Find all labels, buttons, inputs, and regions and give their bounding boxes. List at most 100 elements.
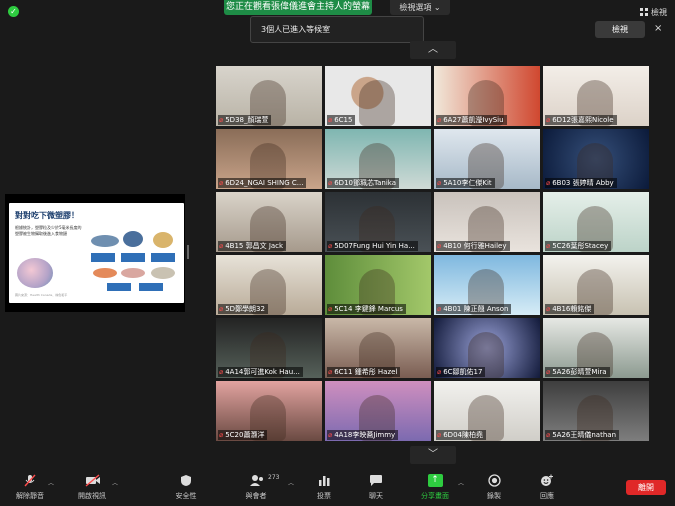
participant-name-label: ⌀ 4B01 陳正翹 Anson bbox=[436, 304, 512, 314]
shared-slide: 對對吃下微塑膠！ 根據統計，塑膠粒及少於5毫米長度的塑膠被生物攝取後進入食物鏈 … bbox=[9, 203, 184, 303]
participant-tile[interactable]: ⌀ 6D04陳柏堯 bbox=[434, 381, 540, 441]
reactions-button[interactable]: 回應 bbox=[525, 474, 569, 501]
close-icon[interactable]: × bbox=[654, 23, 662, 35]
participant-tile[interactable]: ⌀ 4B01 陳正翹 Anson bbox=[434, 255, 540, 315]
participant-name: 5D07Fung Hui Yin Ha... bbox=[334, 242, 415, 250]
polls-button[interactable]: 投票 bbox=[302, 474, 346, 501]
participant-tile[interactable]: ⌀ 6C15 bbox=[325, 66, 431, 126]
participant-tile[interactable]: ⌀ 4B10 何行雅Hailey bbox=[434, 192, 540, 252]
participant-tile[interactable]: ⌀ 5C26葉彤Stacey bbox=[543, 192, 649, 252]
mic-muted-icon: ⌀ bbox=[328, 116, 333, 124]
participant-name: 4B10 何行雅Hailey bbox=[443, 242, 507, 250]
participant-name-label: ⌀ 6D24_NGAI SHING C... bbox=[218, 178, 307, 188]
leave-meeting-button[interactable]: 離開 bbox=[626, 480, 666, 495]
mic-muted-icon: ⌀ bbox=[219, 305, 224, 313]
page-down-button[interactable]: ﹀ bbox=[410, 446, 456, 464]
participant-tile[interactable]: ⌀ 5C14 李鍵鋒 Marcus bbox=[325, 255, 431, 315]
shield-icon bbox=[179, 474, 193, 487]
slide-footer: 圖片來源：Health Canada、綠色和平 bbox=[15, 293, 68, 297]
participant-tile[interactable]: ⌀ 5D38_顏瑞萱 bbox=[216, 66, 322, 126]
mic-muted-icon: ⌀ bbox=[328, 368, 333, 376]
participant-tile[interactable]: ⌀ 6A27蕭凱瀅IvySiu bbox=[434, 66, 540, 126]
participant-tile[interactable]: ⌀ 6C鄒凱佑17 bbox=[434, 318, 540, 378]
unmute-button[interactable]: 解除靜音 bbox=[8, 474, 52, 501]
chat-button[interactable]: 聊天 bbox=[354, 474, 398, 501]
participant-name-label: ⌀ 5A26王晴儀nathan bbox=[545, 430, 620, 440]
participant-tile[interactable]: ⌀ 5A26王晴儀nathan bbox=[543, 381, 649, 441]
participant-tile[interactable]: ⌀ 5C20蕭灏洋 bbox=[216, 381, 322, 441]
participant-name: 6D04陳柏堯 bbox=[443, 431, 483, 439]
participant-name: 6D10鄧珮芯Tanika bbox=[334, 179, 396, 187]
participant-tile[interactable]: ⌀ 5D鄭學朗32 bbox=[216, 255, 322, 315]
record-label: 錄製 bbox=[487, 492, 501, 500]
view-options-label: 檢視選項 bbox=[399, 3, 432, 12]
participant-name: 4A14郭可進Kok Hau... bbox=[225, 368, 300, 376]
mic-muted-icon bbox=[23, 474, 37, 487]
participant-name-label: ⌀ 5A10李仁傑Kit bbox=[436, 178, 495, 188]
meeting-toolbar: 解除靜音 ︿ 開啟視訊 ︿ 安全性 與會者 273 ︿ 投票 聊天 ↑ 分享畫面… bbox=[0, 468, 675, 506]
record-button[interactable]: 錄製 bbox=[472, 474, 516, 501]
participant-tile[interactable]: ⌀ 6D24_NGAI SHING C... bbox=[216, 129, 322, 189]
record-icon bbox=[487, 474, 501, 487]
security-button[interactable]: 安全性 bbox=[164, 474, 208, 501]
gallery-view-button[interactable]: 檢視 bbox=[640, 7, 667, 18]
view-options-button[interactable]: 檢視選項 ⌄ bbox=[390, 0, 450, 15]
participant-tile[interactable]: ⌀ 4B16賴銘傑 bbox=[543, 255, 649, 315]
participant-tile[interactable]: ⌀ 4A14郭可進Kok Hau... bbox=[216, 318, 322, 378]
polls-label: 投票 bbox=[317, 492, 331, 500]
participant-tile[interactable]: ⌀ 5A10李仁傑Kit bbox=[434, 129, 540, 189]
participant-tile[interactable]: ⌀ 5A26彭晴萱Mira bbox=[543, 318, 649, 378]
participant-name: 6C11 鍾希彤 Hazel bbox=[334, 368, 398, 376]
participant-tile[interactable]: ⌀ 6D10鄧珮芯Tanika bbox=[325, 129, 431, 189]
encryption-shield-icon[interactable]: ✓ bbox=[8, 6, 19, 17]
audio-options-caret-icon[interactable]: ︿ bbox=[48, 478, 54, 487]
participant-tile[interactable]: ⌀ 6D12張嘉熙Nicole bbox=[543, 66, 649, 126]
view-waiting-room-button[interactable]: 檢視 bbox=[595, 21, 645, 38]
share-options-caret-icon[interactable]: ︿ bbox=[458, 478, 464, 487]
participant-tile[interactable]: ⌀ 6B03 張婷晴 Abby bbox=[543, 129, 649, 189]
participant-name: 5A26彭晴萱Mira bbox=[552, 368, 607, 376]
start-video-button[interactable]: 開啟視訊 bbox=[70, 474, 114, 501]
participant-name-label: ⌀ 5C14 李鍵鋒 Marcus bbox=[327, 304, 406, 314]
participant-name-label: ⌀ 5C26葉彤Stacey bbox=[545, 241, 612, 251]
mic-muted-icon: ⌀ bbox=[546, 431, 551, 439]
participant-tile[interactable]: ⌀ 4B15 郭昌文 Jack bbox=[216, 192, 322, 252]
participant-name: 6C鄒凱佑17 bbox=[443, 368, 483, 376]
security-label: 安全性 bbox=[175, 492, 197, 500]
participant-name-label: ⌀ 5D38_顏瑞萱 bbox=[218, 115, 272, 125]
page-up-button[interactable]: ︿ bbox=[410, 41, 456, 59]
participant-name: 6D24_NGAI SHING C... bbox=[225, 179, 304, 187]
participant-name-label: ⌀ 4B16賴銘傑 bbox=[545, 304, 595, 314]
participant-name-label: ⌀ 4B15 郭昌文 Jack bbox=[218, 241, 287, 251]
mic-muted-icon: ⌀ bbox=[328, 179, 333, 187]
participant-name-label: ⌀ 6B03 張婷晴 Abby bbox=[545, 178, 617, 188]
waiting-room-notification: 3個人已進入等候室 檢視 × bbox=[250, 16, 662, 43]
share-arrow-icon: ↑ bbox=[427, 474, 443, 487]
participant-name-label: ⌀ 6D04陳柏堯 bbox=[436, 430, 486, 440]
screen-share-notice: 您正在觀看張偉儀進會主持人的螢幕 bbox=[224, 0, 372, 15]
mic-muted-icon: ⌀ bbox=[328, 431, 333, 439]
participant-name-label: ⌀ 5C20蕭灏洋 bbox=[218, 430, 268, 440]
unmute-label: 解除靜音 bbox=[16, 492, 44, 500]
participant-tile[interactable]: ⌀ 4A18李映蕎Jimmy bbox=[325, 381, 431, 441]
participant-name-label: ⌀ 5D鄭學朗32 bbox=[218, 304, 268, 314]
participants-label: 與會者 bbox=[245, 492, 267, 500]
participant-name-label: ⌀ 6D10鄧珮芯Tanika bbox=[327, 178, 399, 188]
participants-caret-icon[interactable]: ︿ bbox=[288, 478, 294, 487]
participant-name: 5A26王晴儀nathan bbox=[552, 431, 617, 439]
video-options-caret-icon[interactable]: ︿ bbox=[112, 478, 118, 487]
participant-name: 5C26葉彤Stacey bbox=[552, 242, 609, 250]
jellyfish-image bbox=[17, 258, 53, 288]
participant-name-label: ⌀ 4B10 何行雅Hailey bbox=[436, 241, 510, 251]
participant-name: 5C14 李鍵鋒 Marcus bbox=[334, 305, 403, 313]
mic-muted-icon: ⌀ bbox=[546, 242, 551, 250]
participant-name-label: ⌀ 6C15 bbox=[327, 115, 356, 125]
gallery-view-label: 檢視 bbox=[651, 8, 667, 17]
participant-tile[interactable]: ⌀ 5D07Fung Hui Yin Ha... bbox=[325, 192, 431, 252]
participant-tile[interactable]: ⌀ 6C11 鍾希彤 Hazel bbox=[325, 318, 431, 378]
waiting-room-text: 3個人已進入等候室 bbox=[261, 25, 331, 34]
participant-name: 4A18李映蕎Jimmy bbox=[334, 431, 396, 439]
share-screen-button[interactable]: ↑ 分享畫面 bbox=[413, 474, 457, 501]
participant-name: 6A27蕭凱瀅IvySiu bbox=[443, 116, 504, 124]
resize-handle[interactable] bbox=[187, 245, 189, 259]
